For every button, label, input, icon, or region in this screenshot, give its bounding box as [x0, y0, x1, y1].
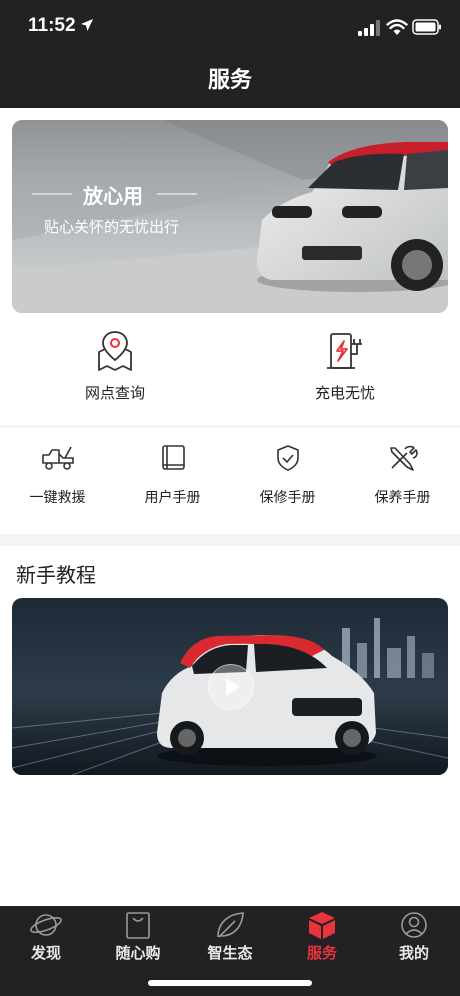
divider [0, 426, 460, 427]
planet-icon [30, 914, 62, 936]
banner-title: 放心用 [83, 184, 143, 208]
service-warranty-manual-label: 保修手册 [259, 490, 316, 506]
tab-discover[interactable]: 发现 [0, 910, 92, 963]
manual-book-icon [161, 445, 185, 470]
tow-truck-icon [41, 446, 74, 470]
tab-shop-label: 随心购 [115, 944, 161, 962]
location-arrow-icon [81, 19, 93, 31]
section-separator [0, 534, 460, 546]
tab-service[interactable]: 服务 [276, 910, 368, 963]
service-rescue[interactable]: 一键救援 [0, 444, 115, 507]
service-network-query-label: 网点查询 [84, 384, 145, 402]
tab-mine-label: 我的 [398, 944, 429, 962]
battery-icon [412, 19, 441, 35]
tab-discover-label: 发现 [30, 944, 61, 962]
shopping-bag-icon [126, 912, 150, 939]
play-icon[interactable] [208, 664, 254, 710]
tab-ecology-label: 智生态 [207, 944, 253, 962]
page-title: 服务 [207, 68, 252, 93]
wifi-icon [386, 19, 408, 35]
charging-station-icon [327, 333, 362, 369]
service-box-icon [309, 912, 335, 939]
home-indicator[interactable] [148, 980, 312, 986]
service-rescue-label: 一键救援 [29, 490, 86, 506]
service-maintenance-manual-label: 保养手册 [374, 490, 431, 506]
banner-subtitle: 贴心关怀的无忧出行 [44, 218, 180, 236]
tab-mine[interactable]: 我的 [368, 910, 460, 963]
service-user-manual[interactable]: 用户手册 [115, 444, 230, 507]
service-charging-label: 充电无忧 [314, 384, 375, 402]
service-maintenance-manual[interactable]: 保养手册 [345, 444, 460, 507]
service-charging[interactable]: 充电无忧 [245, 330, 445, 403]
cellular-signal-icon [358, 20, 380, 36]
service-user-manual-label: 用户手册 [144, 490, 201, 506]
map-location-icon [98, 331, 132, 371]
user-icon [401, 912, 427, 938]
tab-shop[interactable]: 随心购 [92, 910, 184, 963]
tab-service-label: 服务 [306, 944, 337, 962]
shield-check-icon [276, 445, 299, 471]
leaf-icon [217, 912, 244, 938]
wrench-screwdriver-icon [389, 445, 418, 471]
tutorial-section-title: 新手教程 [16, 563, 96, 587]
service-warranty-manual[interactable]: 保修手册 [230, 444, 345, 507]
service-network-query[interactable]: 网点查询 [15, 330, 215, 403]
tutorial-video[interactable] [12, 598, 448, 775]
status-time: 11:52 [28, 15, 76, 36]
tab-ecology[interactable]: 智生态 [184, 910, 276, 963]
